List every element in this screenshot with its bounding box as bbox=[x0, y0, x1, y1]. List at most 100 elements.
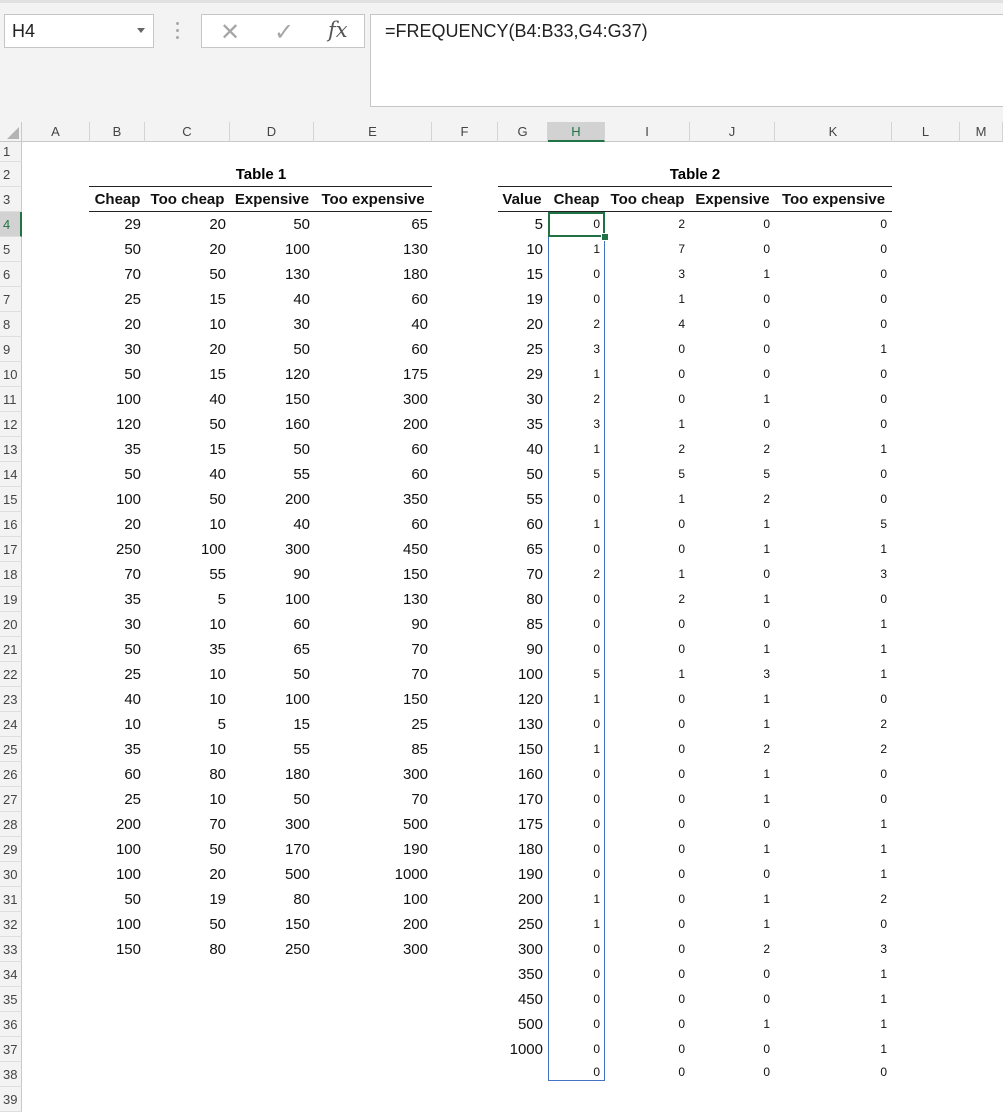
row-header-19[interactable]: 19 bbox=[0, 587, 22, 612]
table2-cell: 60 bbox=[526, 516, 543, 533]
row-header-34[interactable]: 34 bbox=[0, 962, 22, 987]
table2-cell: 180 bbox=[517, 841, 543, 858]
row-header-4[interactable]: 4 bbox=[0, 212, 22, 237]
table2-cell: 0 bbox=[763, 817, 770, 831]
table2-cell: 10 bbox=[526, 241, 543, 258]
row-header-5[interactable]: 5 bbox=[0, 237, 22, 262]
table1-cell: 19 bbox=[209, 891, 226, 908]
column-header-H[interactable]: H bbox=[548, 122, 605, 142]
table2-header: Value bbox=[502, 191, 542, 208]
enter-icon[interactable]: ✓ bbox=[274, 18, 294, 46]
insert-function-icon[interactable]: fx bbox=[328, 18, 348, 42]
row-header-31[interactable]: 31 bbox=[0, 887, 22, 912]
table2-cell: 1 bbox=[763, 842, 770, 856]
table2-cell: 0 bbox=[880, 242, 887, 256]
fill-handle[interactable] bbox=[601, 233, 609, 241]
column-header-J[interactable]: J bbox=[690, 122, 775, 142]
row-header-2[interactable]: 2 bbox=[0, 162, 22, 187]
row-header-25[interactable]: 25 bbox=[0, 737, 22, 762]
table1-cell: 40 bbox=[411, 316, 428, 333]
row-header-11[interactable]: 11 bbox=[0, 387, 22, 412]
table2-cell: 55 bbox=[526, 491, 543, 508]
more-options-icon[interactable] bbox=[176, 22, 179, 42]
table2-cell: 1 bbox=[880, 842, 887, 856]
row-header-39[interactable]: 39 bbox=[0, 1087, 22, 1112]
column-header-A[interactable]: A bbox=[22, 122, 90, 142]
table1-cell: 170 bbox=[284, 841, 310, 858]
table1-cell: 50 bbox=[293, 441, 310, 458]
column-header-C[interactable]: C bbox=[145, 122, 230, 142]
row-header-13[interactable]: 13 bbox=[0, 437, 22, 462]
table1-cell: 130 bbox=[402, 591, 428, 608]
row-header-18[interactable]: 18 bbox=[0, 562, 22, 587]
table2-cell: 0 bbox=[880, 767, 887, 781]
table1-cell: 30 bbox=[124, 341, 141, 358]
row-header-35[interactable]: 35 bbox=[0, 987, 22, 1012]
row-header-36[interactable]: 36 bbox=[0, 1012, 22, 1037]
row-header-9[interactable]: 9 bbox=[0, 337, 22, 362]
row-header-23[interactable]: 23 bbox=[0, 687, 22, 712]
formula-input[interactable]: =FREQUENCY(B4:B33,G4:G37) bbox=[370, 14, 1003, 107]
name-box[interactable]: H4 bbox=[4, 14, 154, 48]
column-header-E[interactable]: E bbox=[314, 122, 432, 142]
column-header-I[interactable]: I bbox=[605, 122, 690, 142]
table2-cell: 5 bbox=[678, 467, 685, 481]
table1-cell: 10 bbox=[209, 516, 226, 533]
active-cell-H4[interactable] bbox=[548, 212, 605, 237]
select-all-button[interactable] bbox=[0, 122, 22, 142]
column-header-B[interactable]: B bbox=[90, 122, 145, 142]
row-header-38[interactable]: 38 bbox=[0, 1062, 22, 1087]
table2-header: Cheap bbox=[553, 191, 600, 208]
row-header-33[interactable]: 33 bbox=[0, 937, 22, 962]
row-header-12[interactable]: 12 bbox=[0, 412, 22, 437]
row-header-15[interactable]: 15 bbox=[0, 487, 22, 512]
chevron-down-icon[interactable] bbox=[137, 28, 145, 33]
table2-cell: 0 bbox=[763, 217, 770, 231]
row-header-14[interactable]: 14 bbox=[0, 462, 22, 487]
table1-cell: 55 bbox=[293, 466, 310, 483]
row-header-20[interactable]: 20 bbox=[0, 612, 22, 637]
table1-cell: 50 bbox=[124, 466, 141, 483]
row-header-10[interactable]: 10 bbox=[0, 362, 22, 387]
row-header-32[interactable]: 32 bbox=[0, 912, 22, 937]
table1-cell: 29 bbox=[124, 216, 141, 233]
row-header-3[interactable]: 3 bbox=[0, 187, 22, 212]
table1-cell: 200 bbox=[284, 491, 310, 508]
row-header-22[interactable]: 22 bbox=[0, 662, 22, 687]
table2-cell: 0 bbox=[678, 967, 685, 981]
row-header-37[interactable]: 37 bbox=[0, 1037, 22, 1062]
column-header-D[interactable]: D bbox=[230, 122, 314, 142]
row-header-21[interactable]: 21 bbox=[0, 637, 22, 662]
table2-cell: 0 bbox=[880, 467, 887, 481]
ribbon-edge bbox=[0, 0, 1003, 3]
row-header-27[interactable]: 27 bbox=[0, 787, 22, 812]
row-header-26[interactable]: 26 bbox=[0, 762, 22, 787]
column-header-M[interactable]: M bbox=[960, 122, 1003, 142]
row-header-6[interactable]: 6 bbox=[0, 262, 22, 287]
row-header-24[interactable]: 24 bbox=[0, 712, 22, 737]
table2-cell: 0 bbox=[763, 342, 770, 356]
row-header-1[interactable]: 1 bbox=[0, 142, 22, 162]
row-header-7[interactable]: 7 bbox=[0, 287, 22, 312]
table2-cell: 350 bbox=[517, 966, 543, 983]
table2-cell: 5 bbox=[534, 216, 543, 233]
row-header-17[interactable]: 17 bbox=[0, 537, 22, 562]
column-header-G[interactable]: G bbox=[498, 122, 548, 142]
column-header-K[interactable]: K bbox=[775, 122, 892, 142]
table2-cell: 40 bbox=[526, 441, 543, 458]
table1-cell: 40 bbox=[124, 691, 141, 708]
table1-cell: 80 bbox=[293, 891, 310, 908]
row-header-8[interactable]: 8 bbox=[0, 312, 22, 337]
table1-cell: 25 bbox=[124, 791, 141, 808]
column-header-F[interactable]: F bbox=[432, 122, 498, 142]
row-header-28[interactable]: 28 bbox=[0, 812, 22, 837]
table2-cell: 0 bbox=[678, 842, 685, 856]
table2-cell: 0 bbox=[880, 367, 887, 381]
row-header-16[interactable]: 16 bbox=[0, 512, 22, 537]
row-header-30[interactable]: 30 bbox=[0, 862, 22, 887]
column-header-L[interactable]: L bbox=[892, 122, 960, 142]
table1-cell: 190 bbox=[402, 841, 428, 858]
table1-cell: 35 bbox=[124, 591, 141, 608]
cancel-icon[interactable]: ✕ bbox=[220, 18, 240, 46]
row-header-29[interactable]: 29 bbox=[0, 837, 22, 862]
